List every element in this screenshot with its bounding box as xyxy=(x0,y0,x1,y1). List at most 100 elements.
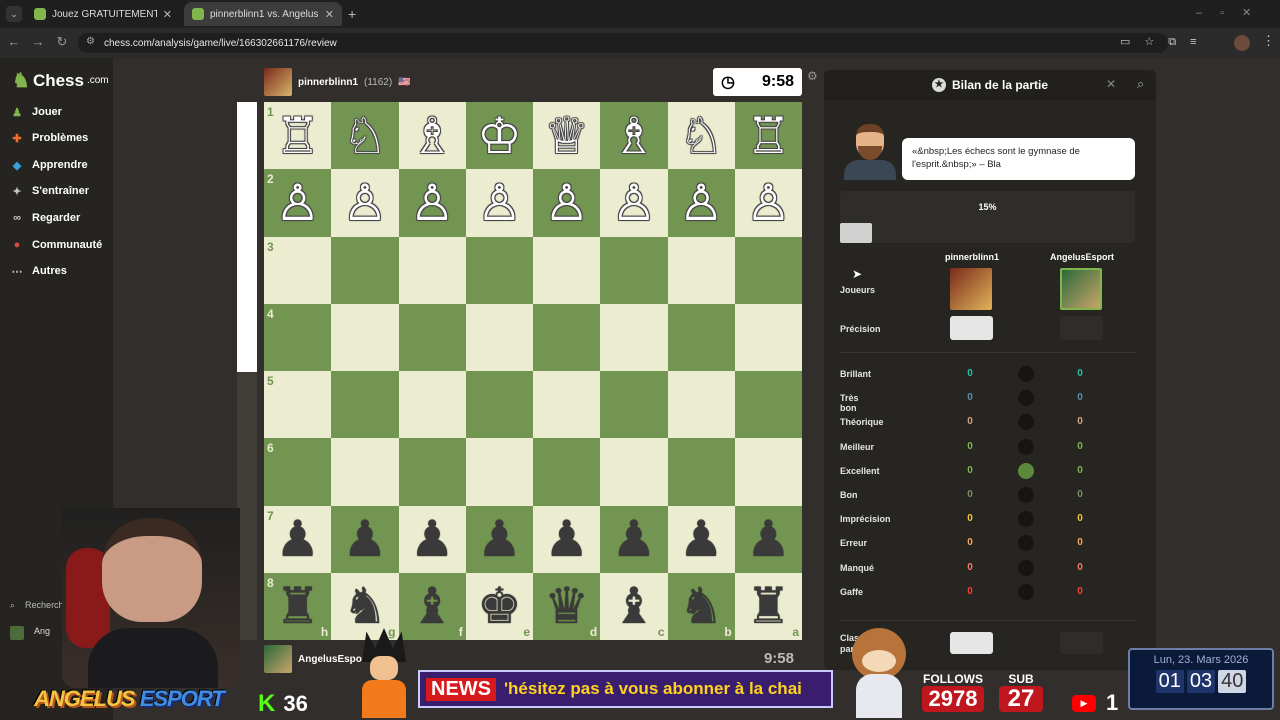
board-square[interactable] xyxy=(734,303,802,371)
chess-piece[interactable]: ♞ xyxy=(342,581,387,631)
board-square[interactable]: ♘ xyxy=(667,102,735,170)
board-square[interactable]: ♟ xyxy=(398,505,466,573)
chess-piece[interactable]: ♗ xyxy=(410,111,455,161)
board-square[interactable] xyxy=(331,303,399,371)
chess-piece[interactable]: ♖ xyxy=(746,111,791,161)
address-bar[interactable]: ⚙ chess.com/analysis/game/live/166302661… xyxy=(78,33,1168,53)
window-controls[interactable]: –▫✕ xyxy=(1196,6,1269,19)
chess-piece[interactable]: ♙ xyxy=(342,178,387,228)
board-square[interactable] xyxy=(600,371,668,439)
board-square[interactable] xyxy=(667,236,735,304)
board-square[interactable]: 6 xyxy=(264,438,332,506)
chess-piece[interactable]: ♟ xyxy=(477,514,522,564)
sidebar-item-watch[interactable]: ∞ Regarder xyxy=(10,208,80,228)
menu-icon[interactable]: ⋮ xyxy=(1262,33,1275,49)
chess-piece[interactable]: ♜ xyxy=(275,581,320,631)
board-square[interactable] xyxy=(600,303,668,371)
chess-piece[interactable]: ♙ xyxy=(410,178,455,228)
board-square[interactable]: ♟ xyxy=(533,505,601,573)
board-square[interactable] xyxy=(734,438,802,506)
board-square[interactable] xyxy=(667,438,735,506)
board-square[interactable] xyxy=(331,371,399,439)
sidebar-item-more[interactable]: ⋯ Autres xyxy=(10,261,67,281)
chess-piece[interactable]: ♟ xyxy=(679,514,724,564)
board-square[interactable] xyxy=(465,303,533,371)
chess-logo[interactable]: ♞ Chess .com xyxy=(12,68,109,93)
chess-piece[interactable]: ♘ xyxy=(342,111,387,161)
reload-icon[interactable]: ↻ xyxy=(54,34,70,50)
chess-piece[interactable]: ♔ xyxy=(477,111,522,161)
board-square[interactable]: ♚ e xyxy=(465,572,533,640)
board-square[interactable] xyxy=(667,303,735,371)
settings-gear-icon[interactable]: ⚙ xyxy=(807,69,818,83)
new-tab-icon[interactable]: + xyxy=(348,6,356,22)
board-square[interactable]: ♞ b xyxy=(667,572,735,640)
board-square[interactable]: ♖ xyxy=(734,102,802,170)
board-square[interactable]: ♟ xyxy=(331,505,399,573)
zoom-search-icon[interactable]: ⌕ xyxy=(1137,76,1144,92)
board-square[interactable]: ♛ d xyxy=(533,572,601,640)
profile-avatar[interactable] xyxy=(1234,35,1250,51)
back-icon[interactable]: ← xyxy=(6,34,22,49)
board-square[interactable]: ♟ xyxy=(600,505,668,573)
board-square[interactable]: ♙ xyxy=(600,169,668,237)
board-square[interactable] xyxy=(667,371,735,439)
avatar[interactable] xyxy=(264,68,292,96)
sidebar-item-play[interactable]: ♟ Jouer xyxy=(10,102,62,122)
board-square[interactable]: ♙ xyxy=(331,169,399,237)
sidebar-search[interactable]: ⌕ Recherch xyxy=(10,600,64,611)
chess-board[interactable]: ♖ 1 ♘ ♗ ♔ ♕ ♗ ♘ ♖ ♙ 2 ♙ ♙ ♙ ♙ ♙ ♙ ♙ 3 4 5 6 ♟ 7 ♟ ♟ ♟ ♟ ♟ ♟ ♟ ♜ 8 h ♞ g ♝ f ♚ e… xyxy=(264,102,802,640)
board-square[interactable] xyxy=(331,438,399,506)
chess-piece[interactable]: ♙ xyxy=(544,178,589,228)
chess-piece[interactable]: ♜ xyxy=(746,581,791,631)
tab-review[interactable]: pinnerblinn1 vs. AngelusEsport ✕ xyxy=(184,2,342,26)
board-square[interactable] xyxy=(465,236,533,304)
chess-piece[interactable]: ♟ xyxy=(611,514,656,564)
chess-piece[interactable]: ♖ xyxy=(275,111,320,161)
board-square[interactable]: ♗ xyxy=(600,102,668,170)
board-square[interactable] xyxy=(331,236,399,304)
chess-piece[interactable]: ♟ xyxy=(746,514,791,564)
sidebar-item-puzzles[interactable]: ✚ Problèmes xyxy=(10,128,88,148)
chess-piece[interactable]: ♝ xyxy=(410,581,455,631)
board-square[interactable] xyxy=(533,303,601,371)
top-player-name[interactable]: pinnerblinn1 xyxy=(298,77,358,88)
board-square[interactable]: ♙ xyxy=(667,169,735,237)
board-square[interactable]: 4 xyxy=(264,303,332,371)
board-square[interactable]: ♟ xyxy=(465,505,533,573)
chess-piece[interactable]: ♕ xyxy=(544,111,589,161)
chess-piece[interactable]: ♟ xyxy=(410,514,455,564)
board-square[interactable] xyxy=(398,371,466,439)
board-square[interactable]: ♕ xyxy=(533,102,601,170)
board-square[interactable]: ♙ xyxy=(398,169,466,237)
avatar[interactable] xyxy=(1060,268,1102,310)
board-square[interactable]: ♟ xyxy=(667,505,735,573)
chess-piece[interactable]: ♝ xyxy=(611,581,656,631)
board-square[interactable]: ♜ a xyxy=(734,572,802,640)
board-square[interactable]: ♗ xyxy=(398,102,466,170)
chess-piece[interactable]: ♛ xyxy=(544,581,589,631)
site-info-icon[interactable]: ⚙ xyxy=(86,36,95,47)
chess-piece[interactable]: ♙ xyxy=(679,178,724,228)
forward-icon[interactable]: → xyxy=(30,34,46,49)
chess-piece[interactable]: ♙ xyxy=(477,178,522,228)
avatar[interactable] xyxy=(264,645,292,673)
chess-piece[interactable]: ♟ xyxy=(275,514,320,564)
board-square[interactable]: ♔ xyxy=(465,102,533,170)
board-square[interactable]: ♟ 7 xyxy=(264,505,332,573)
chess-piece[interactable]: ♙ xyxy=(746,178,791,228)
tab-play[interactable]: Jouez GRATUITEMENT aux échecs ✕ xyxy=(26,2,180,26)
board-square[interactable] xyxy=(533,438,601,506)
board-square[interactable] xyxy=(398,236,466,304)
toolbar-icons[interactable]: ▭☆⧉≡ xyxy=(1120,35,1211,49)
board-square[interactable] xyxy=(734,236,802,304)
board-square[interactable] xyxy=(533,236,601,304)
board-square[interactable]: ♝ c xyxy=(600,572,668,640)
board-square[interactable]: ♙ xyxy=(734,169,802,237)
board-square[interactable] xyxy=(398,303,466,371)
sidebar-item-train[interactable]: ✦ S'entraîner xyxy=(10,181,89,201)
board-square[interactable] xyxy=(600,438,668,506)
tab-list-icon[interactable]: ⌄ xyxy=(6,6,22,22)
board-square[interactable] xyxy=(465,438,533,506)
sidebar-item-learn[interactable]: ◆ Apprendre xyxy=(10,155,88,175)
